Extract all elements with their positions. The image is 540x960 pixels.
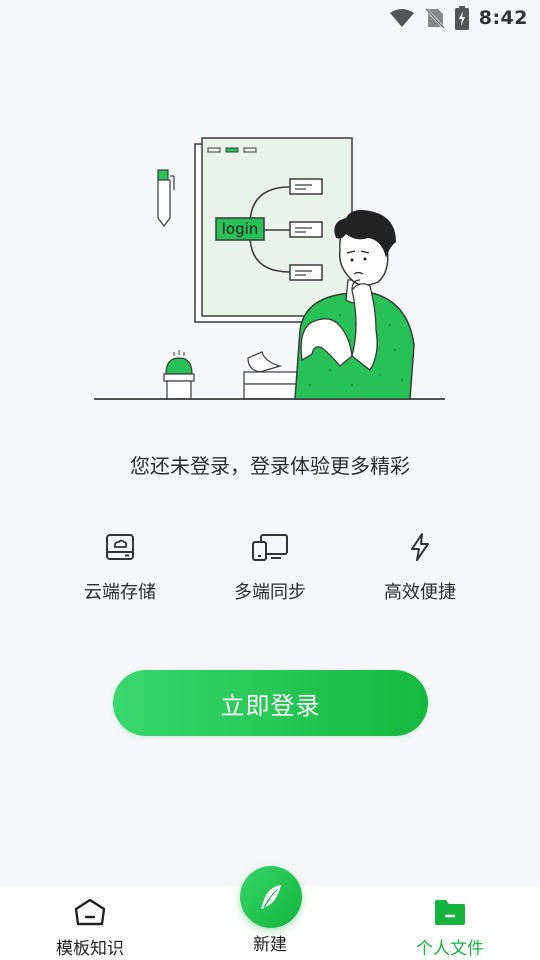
- cloud-storage-icon: [50, 530, 190, 564]
- feature-efficient: 高效便捷: [350, 530, 490, 604]
- new-button[interactable]: [240, 866, 302, 928]
- login-illustration: login: [90, 130, 450, 405]
- feature-cloud-storage: 云端存储: [50, 530, 190, 604]
- battery-icon: [454, 6, 469, 30]
- illustration-art: login: [94, 137, 445, 400]
- home-icon: [20, 894, 160, 930]
- nav-label: 模板知识: [56, 939, 124, 959]
- multi-device-sync-icon: [200, 530, 340, 564]
- feature-multi-device-sync: 多端同步: [200, 530, 340, 604]
- status-time: 8:42: [478, 7, 528, 29]
- new-label: 新建: [253, 935, 287, 955]
- status-bar: 8:42: [0, 0, 540, 36]
- login-prompt: 您还未登录，登录体验更多精彩: [130, 454, 410, 478]
- feather-icon: [261, 885, 281, 909]
- diagram-login-label: login: [222, 220, 259, 238]
- nav-label: 个人文件: [416, 939, 484, 959]
- feature-label: 云端存储: [84, 582, 156, 603]
- no-sim-icon: [424, 8, 445, 29]
- feature-label: 高效便捷: [384, 582, 456, 603]
- nav-item-personal-files[interactable]: 个人文件: [380, 886, 520, 960]
- status-icons: 8:42: [389, 6, 528, 30]
- nav-item-template-knowledge[interactable]: 模板知识: [20, 886, 160, 960]
- folder-icon: [380, 894, 520, 930]
- login-now-button[interactable]: 立即登录: [113, 670, 428, 736]
- feature-list: 云端存储 多端同步 高效便捷: [0, 530, 540, 610]
- feature-label: 多端同步: [234, 582, 306, 603]
- lightning-icon: [350, 530, 490, 564]
- wifi-icon: [389, 9, 414, 27]
